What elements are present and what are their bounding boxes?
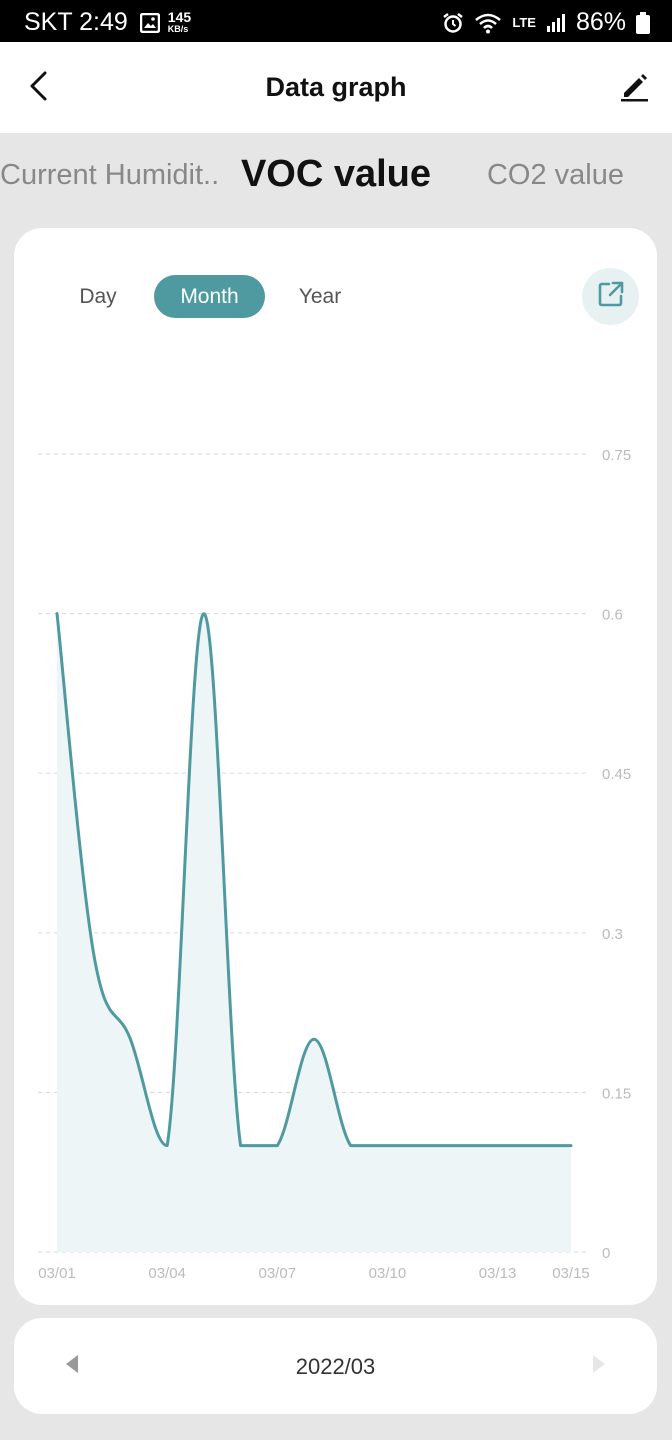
y-tick-label: 0.3 [602,926,623,943]
x-tick-label: 03/15 [552,1265,590,1282]
alarm-icon [442,12,464,34]
next-period-button[interactable] [585,1352,613,1380]
speed-value: 145 [167,8,192,25]
next-arrow-icon [591,1354,607,1379]
status-right: LTE 86% [442,8,650,37]
y-tick-label: 0.6 [602,607,623,624]
period-navigator: 2022/03 [14,1318,657,1414]
battery-percent: 86% [575,8,626,36]
x-tick-label: 03/07 [259,1265,297,1282]
metric-tabs: Current Humidit.. VOC value CO2 value [0,133,672,223]
app-header: Data graph [0,42,672,133]
status-left: SKT 2:49 145 KB/s [24,8,191,37]
image-icon [139,12,160,33]
edit-button[interactable] [614,68,654,108]
x-tick-label: 03/01 [38,1265,76,1282]
battery-icon [636,11,650,34]
y-tick-label: 0 [602,1245,610,1262]
status-bar: SKT 2:49 145 KB/s LTE 86% [0,0,672,42]
chart-card: Day Month Year 0 0.15 0.3 0.45 0.6 0.75 03/01 0… [14,228,657,1305]
x-tick-label: 03/10 [369,1265,407,1282]
voc-chart: 0 0.15 0.3 0.45 0.6 0.75 03/01 03/04 03/07 03/10 0… [38,447,631,1282]
y-tick-label: 0.45 [602,766,631,783]
x-tick-label: 03/13 [479,1265,517,1282]
speed-unit: KB/s [167,23,189,34]
page-title: Data graph [265,72,407,102]
network-type: LTE [512,14,536,30]
x-tick-label: 03/04 [148,1265,186,1282]
period-label: 2022/03 [295,1354,376,1379]
signal-icon [546,13,566,33]
edit-pencil-icon [618,70,650,107]
carrier-time: SKT 2:49 [24,8,128,36]
y-tick-label: 0.75 [602,447,631,464]
tab-co2-value[interactable]: CO2 value [487,159,624,192]
wifi-icon [474,12,502,34]
y-tick-label: 0.15 [602,1085,631,1102]
network-speed: 145 KB/s [167,8,192,35]
